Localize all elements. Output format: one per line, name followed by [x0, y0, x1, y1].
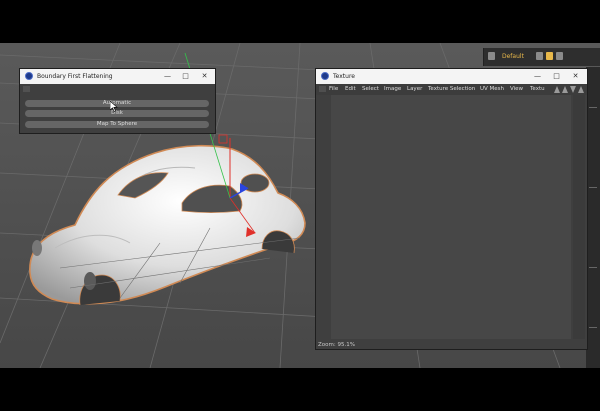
- up-arrow-icon[interactable]: [554, 86, 560, 93]
- menu-uv-mesh[interactable]: UV Mesh: [480, 86, 504, 92]
- menu-select[interactable]: Select: [362, 86, 379, 92]
- app-logo-icon: [25, 72, 33, 80]
- texture-window-title: Texture: [333, 73, 355, 80]
- drag-grip-icon[interactable]: [319, 86, 326, 92]
- more-icon[interactable]: [556, 52, 563, 60]
- menu-texture-selection[interactable]: Texture Selection: [428, 86, 475, 92]
- minimize-icon[interactable]: —: [162, 71, 173, 82]
- menu-textures[interactable]: Textu: [530, 86, 545, 92]
- menu-file[interactable]: File: [329, 86, 338, 92]
- texture-window-titlebar[interactable]: Texture — □ ✕: [316, 69, 587, 84]
- texture-canvas[interactable]: [331, 95, 571, 339]
- app-frame: Default Boundary First Flattening — □ ✕ …: [0, 43, 600, 368]
- layout-toolbar: Default: [483, 48, 600, 66]
- drag-grip-icon[interactable]: [23, 86, 30, 92]
- down-arrow-icon[interactable]: [570, 86, 576, 93]
- zoom-status: Zoom: 95.1%: [318, 342, 355, 348]
- menu-layer[interactable]: Layer: [407, 86, 422, 92]
- maximize-icon[interactable]: □: [180, 71, 191, 82]
- map-to-sphere-button[interactable]: Map To Sphere: [25, 121, 209, 128]
- maximize-icon[interactable]: □: [551, 71, 562, 82]
- vertical-scrollbar[interactable]: [573, 95, 585, 339]
- menu-edit[interactable]: Edit: [345, 86, 356, 92]
- close-icon[interactable]: ✕: [199, 71, 210, 82]
- app-logo-icon: [321, 72, 329, 80]
- texture-menubar: File Edit Select Image Layer Texture Sel…: [316, 84, 587, 95]
- expand-icon[interactable]: [578, 86, 584, 93]
- menu-image[interactable]: Image: [384, 86, 401, 92]
- minimize-icon[interactable]: —: [532, 71, 543, 82]
- menu-view[interactable]: View: [510, 86, 523, 92]
- boundary-window-titlebar[interactable]: Boundary First Flattening — □ ✕: [20, 69, 215, 84]
- layout-label[interactable]: Default: [502, 53, 524, 60]
- boundary-window-title: Boundary First Flattening: [37, 73, 113, 80]
- right-side-strip: [586, 67, 600, 368]
- layout-menu-icon[interactable]: [536, 52, 543, 60]
- layout-icon[interactable]: [488, 52, 495, 60]
- lock-icon[interactable]: [546, 52, 553, 60]
- close-icon[interactable]: ✕: [570, 71, 581, 82]
- texture-window: Texture — □ ✕ File Edit Select Image Lay…: [315, 68, 588, 350]
- mouse-cursor-icon: [110, 101, 118, 112]
- nav-icon[interactable]: [562, 86, 568, 93]
